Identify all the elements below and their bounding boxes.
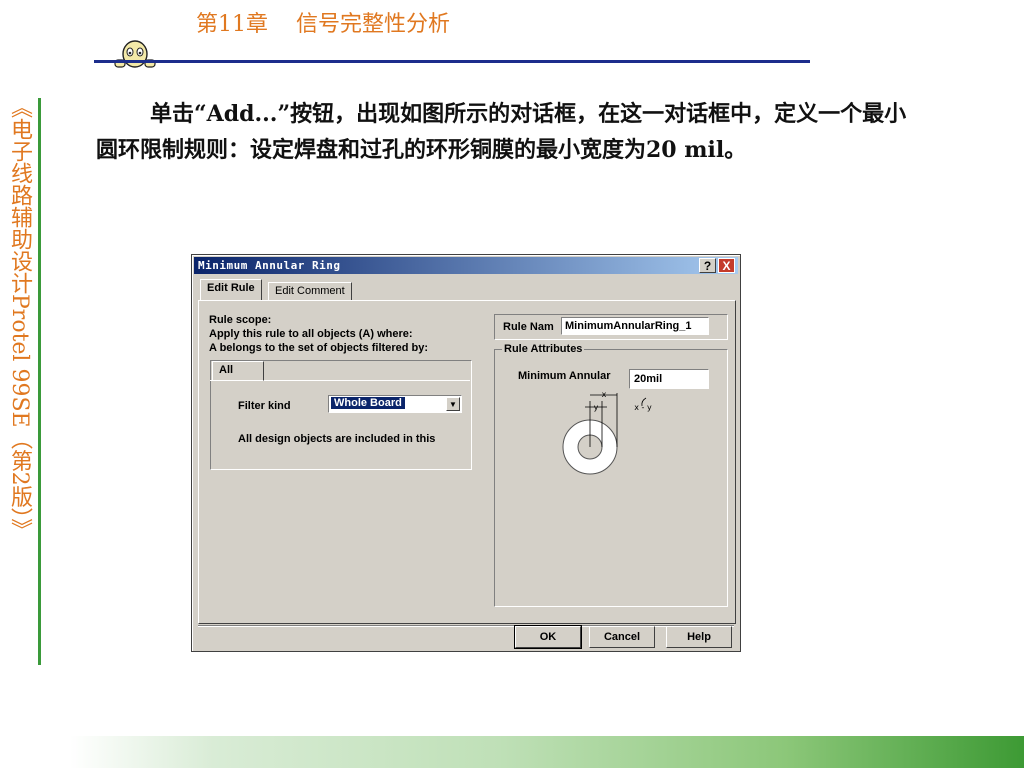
filter-kind-select[interactable]: Whole Board ▼ <box>328 395 462 413</box>
dialog-title: Minimum Annular Ring <box>198 259 341 272</box>
filter-panel-body <box>210 380 470 469</box>
diagram-formula: x - y <box>634 403 652 412</box>
footer-gradient-bar <box>70 736 1024 768</box>
rule-scope-line: A belongs to the set of objects filtered… <box>209 342 429 354</box>
header-divider <box>94 60 810 63</box>
diagram-y-label: y <box>594 403 599 412</box>
rule-scope-text: Rule scope: Apply this rule to all objec… <box>209 313 428 355</box>
rule-scope-line: Apply this rule to all objects (A) where… <box>209 328 413 340</box>
titlebar-help-button[interactable]: ? <box>699 258 716 273</box>
dialog-titlebar[interactable]: Minimum Annular Ring ? X <box>194 257 738 274</box>
annular-ring-diagram: x y x - y <box>562 390 652 475</box>
help-button[interactable]: Help <box>666 626 732 648</box>
chapter-title: 第11章 信号完整性分析 <box>196 12 450 37</box>
instruction-text: 单击“Add...”按钮，出现如图所示的对话框，在这一对话框中，定义一个最小圆环… <box>96 101 907 163</box>
minimum-annular-label: Minimum Annular <box>518 370 611 382</box>
filter-kind-value: Whole Board <box>331 397 405 409</box>
instruction-paragraph: 单击“Add...”按钮，出现如图所示的对话框，在这一对话框中，定义一个最小圆环… <box>96 96 926 168</box>
rule-scope-heading: Rule scope: <box>209 314 272 326</box>
filter-description: All design objects are included in this <box>238 433 436 445</box>
book-title-vertical: 《电子线路辅助设计Protel 99SE（第2版）》 <box>7 96 32 541</box>
mascot-icon <box>114 40 156 68</box>
cancel-button[interactable]: Cancel <box>589 626 655 648</box>
filter-kind-label: Filter kind <box>238 400 291 412</box>
diagram-x-label: x <box>602 390 607 399</box>
minimum-annular-ring-dialog: Minimum Annular Ring ? X Edit Rule Edit … <box>191 254 741 652</box>
filter-tab-all[interactable]: All <box>212 361 264 381</box>
ok-button[interactable]: OK <box>514 625 582 649</box>
titlebar-close-button[interactable]: X <box>718 258 735 273</box>
rule-name-label: Rule Nam <box>503 321 554 333</box>
side-divider <box>38 98 41 665</box>
dropdown-arrow-icon[interactable]: ▼ <box>446 397 460 411</box>
tab-edit-comment[interactable]: Edit Comment <box>268 282 352 301</box>
tab-edit-rule[interactable]: Edit Rule <box>200 279 262 301</box>
rule-name-input[interactable]: MinimumAnnularRing_1 <box>561 317 709 335</box>
rule-attributes-title: Rule Attributes <box>502 343 585 355</box>
